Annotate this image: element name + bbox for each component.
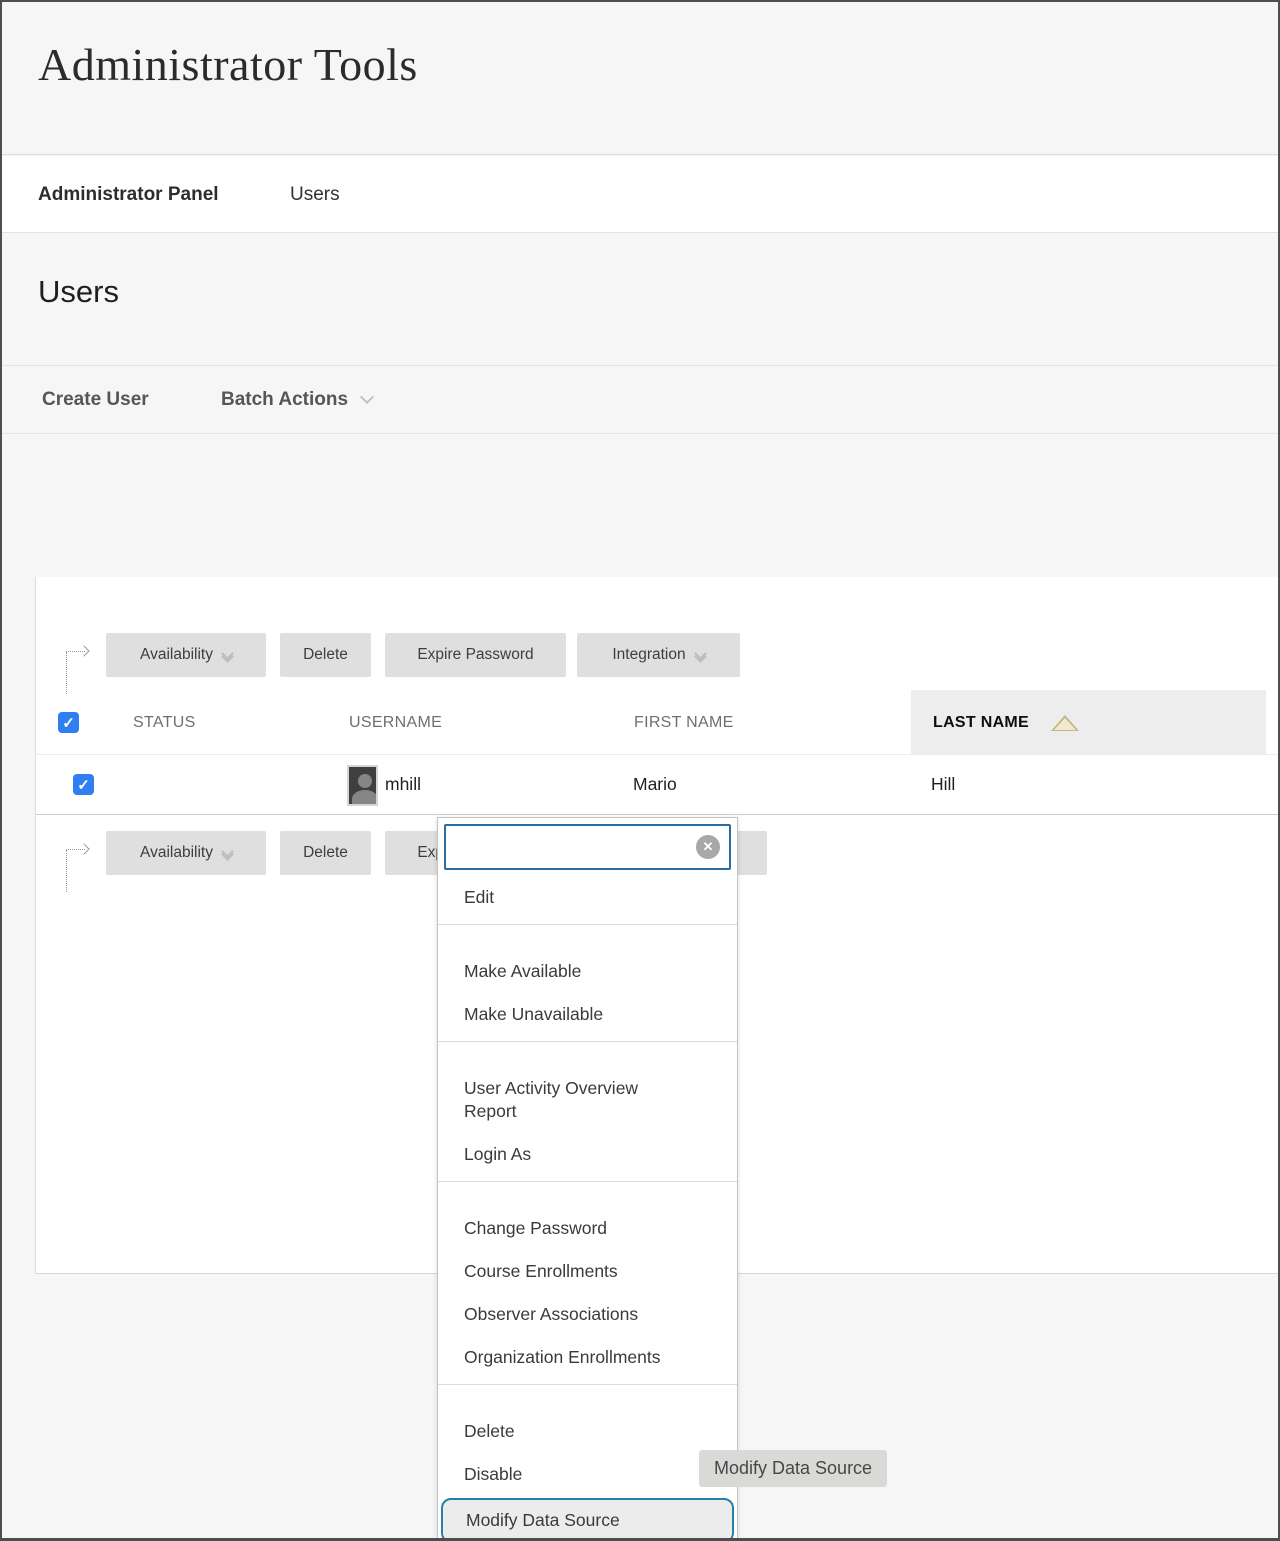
menu-item-disable[interactable]: Disable <box>438 1453 737 1496</box>
expire-password-button[interactable]: Expire Password <box>385 633 566 677</box>
menu-divider <box>438 1041 737 1062</box>
users-heading: Users <box>38 274 119 310</box>
search-section: Search: Username Contains In All Users G… <box>2 434 1278 577</box>
x-circle-clear-icon[interactable]: ✕ <box>696 835 720 859</box>
double-chevron-down-icon <box>223 649 232 661</box>
menu-item-organization-enrollments[interactable]: Organization Enrollments <box>438 1336 737 1379</box>
menu-search-box: ✕ <box>444 824 731 870</box>
delete-button[interactable]: Delete <box>280 831 371 875</box>
menu-item-change-password[interactable]: Change Password <box>438 1207 737 1250</box>
table-row: ✓ mhill Mario Hill <box>36 755 1280 815</box>
row-checkbox[interactable]: ✓ <box>73 774 94 795</box>
menu-item-delete[interactable]: Delete <box>438 1410 737 1453</box>
column-header-first-name[interactable]: FIRST NAME <box>634 690 734 755</box>
breadcrumb-administrator-panel[interactable]: Administrator Panel <box>38 156 219 233</box>
menu-item-list: Edit Make Available Make Unavailable Use… <box>438 876 737 1541</box>
page-header: Administrator Tools <box>2 2 1278 155</box>
action-strip: Create User Batch Actions <box>2 365 1278 434</box>
availability-button[interactable]: Availability <box>106 831 266 875</box>
menu-item-course-enrollments[interactable]: Course Enrollments <box>438 1250 737 1293</box>
select-all-checkbox[interactable]: ✓ <box>58 712 79 733</box>
menu-item-make-available[interactable]: Make Available <box>438 950 737 993</box>
cell-first-name: Mario <box>633 755 677 813</box>
menu-item-modify-data-source[interactable]: Modify Data Source <box>441 1498 734 1541</box>
cell-username[interactable]: mhill <box>385 755 421 813</box>
user-context-menu: ✕ Edit Make Available Make Unavailable U… <box>437 817 738 1541</box>
menu-item-login-as[interactable]: Login As <box>438 1133 737 1176</box>
chevron-down-icon <box>360 390 374 404</box>
integration-button[interactable]: Integration <box>577 633 740 677</box>
menu-divider <box>438 924 737 945</box>
user-avatar <box>347 765 378 806</box>
dotted-arrow-right-icon <box>66 841 92 893</box>
triangle-up-sort-icon[interactable] <box>1051 715 1079 731</box>
double-chevron-down-icon <box>223 847 232 859</box>
column-header-status[interactable]: STATUS <box>133 690 196 755</box>
column-header-username[interactable]: USERNAME <box>349 690 442 755</box>
menu-item-make-unavailable[interactable]: Make Unavailable <box>438 993 737 1036</box>
admin-tools-window: Administrator Tools Administrator Panel … <box>0 0 1280 1541</box>
menu-item-edit[interactable]: Edit <box>438 876 737 919</box>
modify-data-source-tooltip: Modify Data Source <box>699 1450 887 1487</box>
column-header-last-name[interactable]: LAST NAME <box>933 690 1029 755</box>
menu-item-observer-associations[interactable]: Observer Associations <box>438 1293 737 1336</box>
menu-divider <box>438 1384 737 1405</box>
delete-button[interactable]: Delete <box>280 633 371 677</box>
page-title: Administrator Tools <box>38 38 418 91</box>
menu-divider <box>438 1181 737 1202</box>
menu-item-user-activity-overview-report[interactable]: User Activity Overview Report <box>438 1067 737 1133</box>
availability-button[interactable]: Availability <box>106 633 266 677</box>
create-user-button[interactable]: Create User <box>42 366 149 434</box>
table-header-row: ✓ STATUS USERNAME FIRST NAME LAST NAME <box>36 690 1280 755</box>
cell-last-name: Hill <box>931 755 955 813</box>
breadcrumb: Administrator Panel Users <box>2 156 1278 233</box>
double-chevron-down-icon <box>696 649 705 661</box>
menu-search-input[interactable] <box>446 826 729 868</box>
dotted-arrow-right-icon <box>66 643 92 695</box>
breadcrumb-users[interactable]: Users <box>290 156 340 233</box>
batch-actions-button[interactable]: Batch Actions <box>221 366 372 434</box>
